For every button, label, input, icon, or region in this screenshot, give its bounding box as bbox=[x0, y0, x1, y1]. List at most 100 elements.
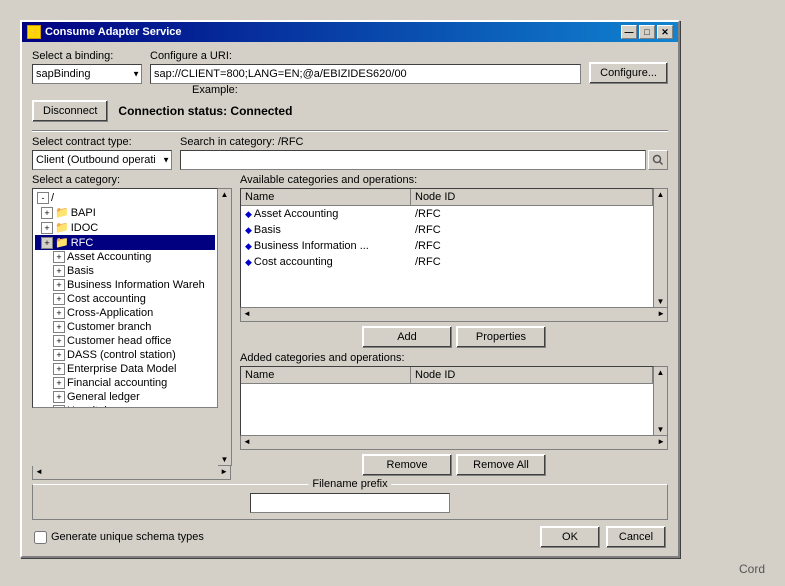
tree-scroll-down[interactable]: ▼ bbox=[218, 454, 231, 465]
tree-item-financial[interactable]: + Financial accounting bbox=[35, 376, 215, 390]
avail-row-2[interactable]: ◆ Business Information ... /RFC bbox=[241, 238, 653, 254]
properties-button[interactable]: Properties bbox=[456, 326, 546, 348]
tree-item-bapi[interactable]: + 📁 BAPI bbox=[35, 205, 215, 220]
tree-label-general: General ledger bbox=[67, 391, 140, 403]
tree-hscroll-left[interactable]: ◄ bbox=[33, 466, 45, 479]
avail-hscroll[interactable]: ◄ ► bbox=[240, 308, 668, 322]
expander-custbranch[interactable]: + bbox=[53, 321, 65, 333]
expander-rfc[interactable]: + bbox=[41, 237, 53, 249]
tree-hscroll[interactable]: ◄ ► bbox=[32, 466, 231, 480]
ok-button[interactable]: OK bbox=[540, 526, 600, 548]
avail-hscroll-right[interactable]: ► bbox=[655, 308, 667, 321]
expander-custhead[interactable]: + bbox=[53, 335, 65, 347]
avail-icon-0: ◆ bbox=[245, 209, 252, 220]
tree-item-custbranch[interactable]: + Customer branch bbox=[35, 320, 215, 334]
expander-root[interactable]: - bbox=[37, 192, 49, 204]
expander-cross[interactable]: + bbox=[53, 307, 65, 319]
tree-item-rfc[interactable]: + 📁 RFC bbox=[35, 235, 215, 250]
title-bar-left: ⚡ Consume Adapter Service bbox=[27, 25, 182, 39]
expander-financial[interactable]: + bbox=[53, 377, 65, 389]
added-table-body bbox=[241, 384, 653, 434]
available-label: Available categories and operations: bbox=[240, 174, 668, 186]
tree-item-idoc[interactable]: + 📁 IDOC bbox=[35, 220, 215, 235]
search-icon bbox=[652, 154, 664, 166]
tree-item-bi-wareh[interactable]: + Business Information Wareh bbox=[35, 278, 215, 292]
disconnect-button[interactable]: Disconnect bbox=[32, 100, 108, 122]
cancel-button[interactable]: Cancel bbox=[606, 526, 666, 548]
tree-label-bapi: BAPI bbox=[71, 207, 96, 219]
avail-row-0[interactable]: ◆ Asset Accounting /RFC bbox=[241, 206, 653, 222]
tree-item-basis[interactable]: + Basis bbox=[35, 264, 215, 278]
tree-item-cross[interactable]: + Cross-Application bbox=[35, 306, 215, 320]
consume-adapter-dialog: ⚡ Consume Adapter Service — □ ✕ Select a… bbox=[20, 20, 680, 558]
tree-item-root[interactable]: - / bbox=[35, 191, 215, 205]
added-table[interactable]: Name Node ID bbox=[240, 366, 654, 436]
panels-row: Select a category: - / + 📁 BAPI bbox=[32, 174, 668, 480]
contract-select[interactable]: Client (Outbound operation bbox=[32, 150, 172, 170]
avail-row-1[interactable]: ◆ Basis /RFC bbox=[241, 222, 653, 238]
configure-button[interactable]: Configure... bbox=[589, 62, 668, 84]
binding-select[interactable]: sapBinding bbox=[32, 64, 142, 84]
expander-cost[interactable]: + bbox=[53, 293, 65, 305]
tree-item-asset-accounting[interactable]: + Asset Accounting bbox=[35, 250, 215, 264]
expander-hospital[interactable]: + bbox=[53, 405, 65, 408]
expander-enterprise[interactable]: + bbox=[53, 363, 65, 375]
category-tree[interactable]: - / + 📁 BAPI + 📁 IDOC bbox=[32, 188, 218, 408]
avail-hscroll-left[interactable]: ◄ bbox=[241, 308, 253, 321]
avail-cell-nodeid-3: /RFC bbox=[411, 255, 653, 269]
expander-idoc[interactable]: + bbox=[41, 222, 53, 234]
avail-name-2: Business Information ... bbox=[254, 240, 369, 252]
annotation-text2: group bbox=[0, 259, 17, 274]
avail-vscroll[interactable]: ▲ ▼ bbox=[654, 188, 668, 308]
expander-dass[interactable]: + bbox=[53, 349, 65, 361]
avail-cell-nodeid-1: /RFC bbox=[411, 223, 653, 237]
category-label: Select a category: bbox=[32, 174, 232, 186]
expander-bi[interactable]: + bbox=[53, 279, 65, 291]
available-table-container: Name Node ID ◆ Asset Accounting /RFC bbox=[240, 188, 668, 308]
tree-item-custhead[interactable]: + Customer head office bbox=[35, 334, 215, 348]
expander-asset[interactable]: + bbox=[53, 251, 65, 263]
avail-name-0: Asset Accounting bbox=[254, 208, 338, 220]
added-scroll-down[interactable]: ▼ bbox=[654, 424, 667, 435]
added-hscroll-left[interactable]: ◄ bbox=[241, 436, 253, 449]
avail-scroll-up[interactable]: ▲ bbox=[654, 189, 667, 200]
binding-label: Select a binding: bbox=[32, 50, 142, 62]
tree-item-dass[interactable]: + DASS (control station) bbox=[35, 348, 215, 362]
expander-general[interactable]: + bbox=[53, 391, 65, 403]
available-table-header: Name Node ID bbox=[241, 189, 653, 206]
bottom-row: Generate unique schema types OK Cancel bbox=[32, 526, 668, 548]
expander-bapi[interactable]: + bbox=[41, 207, 53, 219]
added-scroll-up[interactable]: ▲ bbox=[654, 367, 667, 378]
add-button[interactable]: Add bbox=[362, 326, 452, 348]
added-hscroll-right[interactable]: ► bbox=[655, 436, 667, 449]
search-button[interactable] bbox=[648, 150, 668, 170]
added-hscroll[interactable]: ◄ ► bbox=[240, 436, 668, 450]
avail-scroll-down[interactable]: ▼ bbox=[654, 296, 667, 307]
avail-row-3[interactable]: ◆ Cost accounting /RFC bbox=[241, 254, 653, 270]
tree-item-hospital[interactable]: + Hospital bbox=[35, 404, 215, 408]
search-input[interactable] bbox=[180, 150, 646, 170]
tree-item-enterprise[interactable]: + Enterprise Data Model bbox=[35, 362, 215, 376]
tree-item-general[interactable]: + General ledger bbox=[35, 390, 215, 404]
expander-basis[interactable]: + bbox=[53, 265, 65, 277]
tree-item-cost[interactable]: + Cost accounting bbox=[35, 292, 215, 306]
generate-checkbox[interactable] bbox=[34, 531, 47, 544]
tree-hscroll-right[interactable]: ► bbox=[218, 466, 230, 479]
tree-label-dass: DASS (control station) bbox=[67, 349, 176, 361]
avail-icon-1: ◆ bbox=[245, 225, 252, 236]
close-button[interactable]: ✕ bbox=[657, 25, 673, 39]
remove-button[interactable]: Remove bbox=[362, 454, 452, 476]
tree-vscroll[interactable]: ▲ ▼ bbox=[218, 188, 232, 466]
maximize-button[interactable]: □ bbox=[639, 25, 655, 39]
tree-label-cross: Cross-Application bbox=[67, 307, 153, 319]
avail-cell-name-0: ◆ Asset Accounting bbox=[241, 207, 411, 221]
available-table-body: ◆ Asset Accounting /RFC ◆ Basis bbox=[241, 206, 653, 270]
uri-input[interactable] bbox=[150, 64, 581, 84]
avail-cell-nodeid-2: /RFC bbox=[411, 239, 653, 253]
minimize-button[interactable]: — bbox=[621, 25, 637, 39]
filename-input[interactable] bbox=[250, 493, 450, 513]
added-vscroll[interactable]: ▲ ▼ bbox=[654, 366, 668, 436]
available-table[interactable]: Name Node ID ◆ Asset Accounting /RFC bbox=[240, 188, 654, 308]
remove-all-button[interactable]: Remove All bbox=[456, 454, 546, 476]
tree-scroll-up[interactable]: ▲ bbox=[218, 189, 231, 200]
